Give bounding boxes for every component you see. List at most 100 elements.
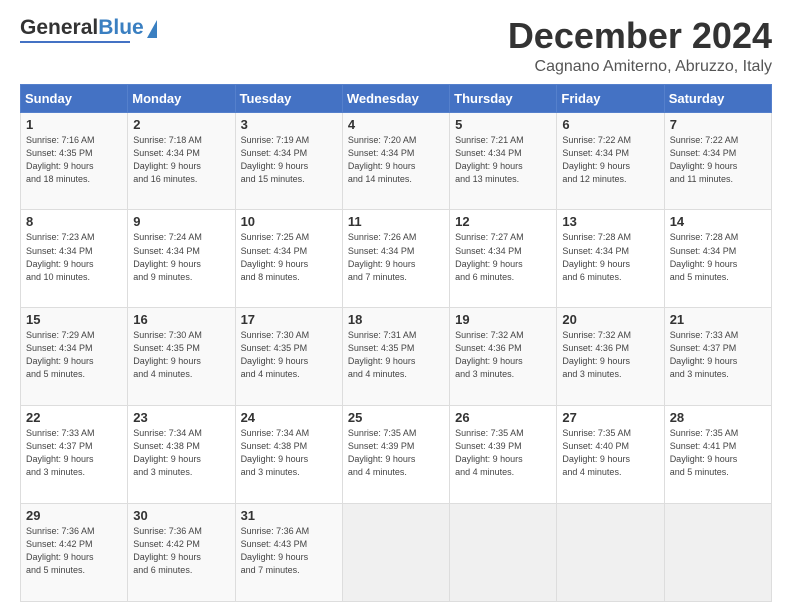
day-number: 2 [133,117,229,132]
month-title: December 2024 [508,16,772,56]
table-row: 3 Sunrise: 7:19 AMSunset: 4:34 PMDayligh… [235,112,342,210]
table-row: 24 Sunrise: 7:34 AMSunset: 4:38 PMDaylig… [235,406,342,504]
day-info: Sunrise: 7:36 AMSunset: 4:42 PMDaylight:… [133,526,202,575]
table-row: 10 Sunrise: 7:25 AMSunset: 4:34 PMDaylig… [235,210,342,308]
day-number: 28 [670,410,766,425]
day-number: 10 [241,214,337,229]
logo-underline [20,41,130,43]
day-number: 1 [26,117,122,132]
day-info: Sunrise: 7:24 AMSunset: 4:34 PMDaylight:… [133,232,202,281]
day-number: 11 [348,214,444,229]
day-info: Sunrise: 7:28 AMSunset: 4:34 PMDaylight:… [670,232,739,281]
day-number: 21 [670,312,766,327]
day-number: 6 [562,117,658,132]
day-number: 16 [133,312,229,327]
table-row: 26 Sunrise: 7:35 AMSunset: 4:39 PMDaylig… [450,406,557,504]
title-area: December 2024 Cagnano Amiterno, Abruzzo,… [508,16,772,76]
day-number: 15 [26,312,122,327]
location-title: Cagnano Amiterno, Abruzzo, Italy [508,58,772,76]
day-number: 19 [455,312,551,327]
table-row: 20 Sunrise: 7:32 AMSunset: 4:36 PMDaylig… [557,308,664,406]
day-number: 27 [562,410,658,425]
table-row [664,504,771,602]
day-info: Sunrise: 7:34 AMSunset: 4:38 PMDaylight:… [133,428,202,477]
day-number: 5 [455,117,551,132]
table-row: 27 Sunrise: 7:35 AMSunset: 4:40 PMDaylig… [557,406,664,504]
day-number: 31 [241,508,337,523]
header-thursday: Thursday [450,84,557,112]
day-info: Sunrise: 7:19 AMSunset: 4:34 PMDaylight:… [241,135,310,184]
table-row: 13 Sunrise: 7:28 AMSunset: 4:34 PMDaylig… [557,210,664,308]
logo: General Blue [20,16,130,43]
table-row: 5 Sunrise: 7:21 AMSunset: 4:34 PMDayligh… [450,112,557,210]
day-info: Sunrise: 7:18 AMSunset: 4:34 PMDaylight:… [133,135,202,184]
table-row: 22 Sunrise: 7:33 AMSunset: 4:37 PMDaylig… [21,406,128,504]
table-row: 6 Sunrise: 7:22 AMSunset: 4:34 PMDayligh… [557,112,664,210]
header-tuesday: Tuesday [235,84,342,112]
day-info: Sunrise: 7:23 AMSunset: 4:34 PMDaylight:… [26,232,95,281]
table-row: 15 Sunrise: 7:29 AMSunset: 4:34 PMDaylig… [21,308,128,406]
logo-general-text: General [20,16,98,40]
day-number: 17 [241,312,337,327]
table-row [557,504,664,602]
day-info: Sunrise: 7:34 AMSunset: 4:38 PMDaylight:… [241,428,310,477]
table-row: 1 Sunrise: 7:16 AMSunset: 4:35 PMDayligh… [21,112,128,210]
header-monday: Monday [128,84,235,112]
header-wednesday: Wednesday [342,84,449,112]
day-info: Sunrise: 7:21 AMSunset: 4:34 PMDaylight:… [455,135,524,184]
day-number: 25 [348,410,444,425]
table-row: 29 Sunrise: 7:36 AMSunset: 4:42 PMDaylig… [21,504,128,602]
day-info: Sunrise: 7:22 AMSunset: 4:34 PMDaylight:… [562,135,631,184]
calendar-page: General Blue December 2024 Cagnano Amite… [0,0,792,612]
day-header-row: Sunday Monday Tuesday Wednesday Thursday… [21,84,772,112]
calendar-week-row: 22 Sunrise: 7:33 AMSunset: 4:37 PMDaylig… [21,406,772,504]
table-row: 21 Sunrise: 7:33 AMSunset: 4:37 PMDaylig… [664,308,771,406]
table-row: 4 Sunrise: 7:20 AMSunset: 4:34 PMDayligh… [342,112,449,210]
day-info: Sunrise: 7:26 AMSunset: 4:34 PMDaylight:… [348,232,417,281]
day-number: 4 [348,117,444,132]
table-row: 19 Sunrise: 7:32 AMSunset: 4:36 PMDaylig… [450,308,557,406]
day-info: Sunrise: 7:27 AMSunset: 4:34 PMDaylight:… [455,232,524,281]
calendar-week-row: 29 Sunrise: 7:36 AMSunset: 4:42 PMDaylig… [21,504,772,602]
day-number: 20 [562,312,658,327]
table-row: 28 Sunrise: 7:35 AMSunset: 4:41 PMDaylig… [664,406,771,504]
table-row: 12 Sunrise: 7:27 AMSunset: 4:34 PMDaylig… [450,210,557,308]
day-info: Sunrise: 7:35 AMSunset: 4:40 PMDaylight:… [562,428,631,477]
day-info: Sunrise: 7:32 AMSunset: 4:36 PMDaylight:… [562,330,631,379]
day-number: 3 [241,117,337,132]
day-number: 22 [26,410,122,425]
table-row: 31 Sunrise: 7:36 AMSunset: 4:43 PMDaylig… [235,504,342,602]
day-info: Sunrise: 7:36 AMSunset: 4:43 PMDaylight:… [241,526,310,575]
day-info: Sunrise: 7:30 AMSunset: 4:35 PMDaylight:… [133,330,202,379]
day-info: Sunrise: 7:29 AMSunset: 4:34 PMDaylight:… [26,330,95,379]
day-number: 29 [26,508,122,523]
day-info: Sunrise: 7:28 AMSunset: 4:34 PMDaylight:… [562,232,631,281]
day-info: Sunrise: 7:25 AMSunset: 4:34 PMDaylight:… [241,232,310,281]
table-row: 14 Sunrise: 7:28 AMSunset: 4:34 PMDaylig… [664,210,771,308]
day-info: Sunrise: 7:22 AMSunset: 4:34 PMDaylight:… [670,135,739,184]
table-row [342,504,449,602]
day-info: Sunrise: 7:35 AMSunset: 4:41 PMDaylight:… [670,428,739,477]
calendar-week-row: 1 Sunrise: 7:16 AMSunset: 4:35 PMDayligh… [21,112,772,210]
calendar-week-row: 15 Sunrise: 7:29 AMSunset: 4:34 PMDaylig… [21,308,772,406]
day-info: Sunrise: 7:36 AMSunset: 4:42 PMDaylight:… [26,526,95,575]
header-saturday: Saturday [664,84,771,112]
day-number: 30 [133,508,229,523]
day-number: 13 [562,214,658,229]
day-number: 14 [670,214,766,229]
table-row: 18 Sunrise: 7:31 AMSunset: 4:35 PMDaylig… [342,308,449,406]
day-info: Sunrise: 7:31 AMSunset: 4:35 PMDaylight:… [348,330,417,379]
table-row [450,504,557,602]
day-info: Sunrise: 7:33 AMSunset: 4:37 PMDaylight:… [670,330,739,379]
day-number: 7 [670,117,766,132]
table-row: 7 Sunrise: 7:22 AMSunset: 4:34 PMDayligh… [664,112,771,210]
table-row: 2 Sunrise: 7:18 AMSunset: 4:34 PMDayligh… [128,112,235,210]
logo-blue-text: Blue [98,16,144,40]
calendar-table: Sunday Monday Tuesday Wednesday Thursday… [20,84,772,602]
day-number: 8 [26,214,122,229]
table-row: 16 Sunrise: 7:30 AMSunset: 4:35 PMDaylig… [128,308,235,406]
logo-triangle-icon [147,20,157,38]
header: General Blue December 2024 Cagnano Amite… [20,16,772,76]
header-sunday: Sunday [21,84,128,112]
table-row: 17 Sunrise: 7:30 AMSunset: 4:35 PMDaylig… [235,308,342,406]
